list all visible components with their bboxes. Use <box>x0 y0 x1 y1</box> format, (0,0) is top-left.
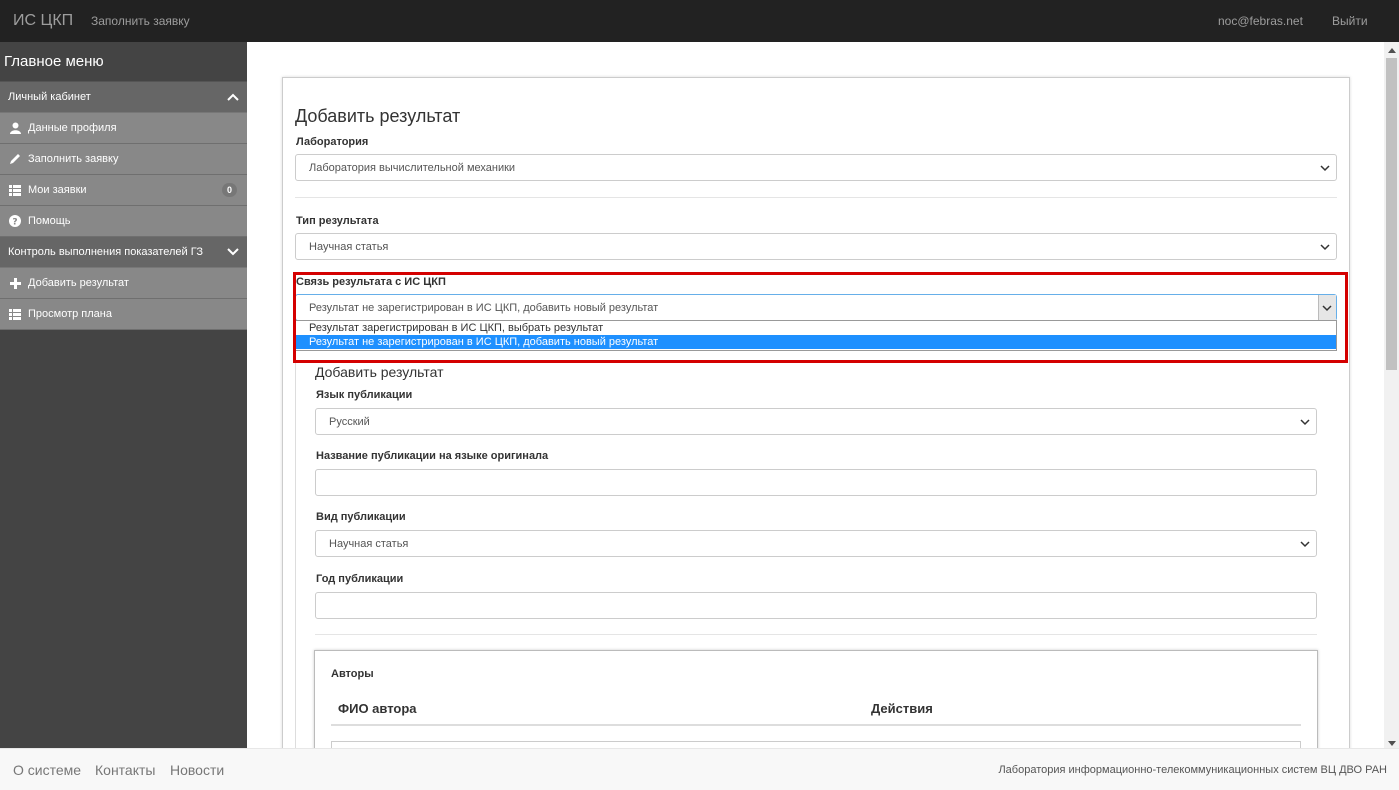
sidebar: Главное меню Личный кабинет Данные профи… <box>0 42 247 748</box>
footer-about-link[interactable]: О системе <box>13 762 81 778</box>
authors-title: Авторы <box>331 668 374 680</box>
lang-select[interactable]: Русский <box>315 408 1317 435</box>
top-navbar: ИС ЦКП Заполнить заявку noc@febras.net В… <box>0 0 1399 42</box>
authors-col-actions: Действия <box>871 701 933 716</box>
sidebar-title: Главное меню <box>0 42 247 82</box>
svg-text:?: ? <box>12 218 17 228</box>
footer-org-text: Лаборатория информационно-телекоммуникац… <box>998 764 1387 776</box>
sidebar-item-label: Мои заявки <box>28 184 87 196</box>
divider <box>295 197 1337 198</box>
chevron-down-icon <box>1320 244 1330 251</box>
scroll-up-arrow-icon[interactable] <box>1384 42 1399 57</box>
plus-icon <box>8 277 22 289</box>
sidebar-section-label: Личный кабинет <box>8 91 91 103</box>
sidebar-item-view-plan[interactable]: Просмотр плана <box>0 299 247 330</box>
sidebar-section-cabinet[interactable]: Личный кабинет <box>0 82 247 113</box>
table-header-divider <box>331 724 1301 726</box>
sidebar-item-add-result[interactable]: Добавить результат <box>0 268 247 299</box>
chevron-down-icon <box>1322 305 1332 312</box>
sidebar-item-label: Просмотр плана <box>28 308 112 320</box>
chevron-down-icon <box>1320 165 1330 172</box>
user-icon <box>8 122 22 134</box>
sidebar-item-profile[interactable]: Данные профиля <box>0 113 247 144</box>
subform-title: Добавить результат <box>315 364 444 380</box>
dropdown-option-registered[interactable]: Результат зарегистрирован в ИС ЦКП, выбр… <box>296 321 1336 335</box>
sidebar-section-control[interactable]: Контроль выполнения показателей ГЗ <box>0 237 247 268</box>
lab-select-value: Лаборатория вычислительной механики <box>309 161 516 174</box>
list-icon <box>8 184 22 196</box>
nav-fill-request-link[interactable]: Заполнить заявку <box>91 14 190 28</box>
kind-select-value: Научная статья <box>329 537 409 550</box>
chevron-down-icon <box>1300 541 1310 548</box>
footer-news-link[interactable]: Новости <box>170 762 224 778</box>
link-select-value: Результат не зарегистрирован в ИС ЦКП, д… <box>309 301 659 314</box>
name-input[interactable] <box>315 469 1317 496</box>
link-dropdown-list: Результат зарегистрирован в ИС ЦКП, выбр… <box>295 320 1337 351</box>
brand-link[interactable]: ИС ЦКП <box>13 12 73 30</box>
year-label: Год публикации <box>316 573 404 585</box>
type-label: Тип результата <box>296 215 379 227</box>
lang-label: Язык публикации <box>316 389 413 401</box>
lab-label: Лаборатория <box>296 136 369 148</box>
sidebar-item-label: Добавить результат <box>28 277 129 289</box>
question-icon: ? <box>8 215 22 227</box>
dropdown-option-not-registered[interactable]: Результат не зарегистрирован в ИС ЦКП, д… <box>296 335 1336 349</box>
lab-select[interactable]: Лаборатория вычислительной механики <box>295 154 1337 181</box>
footer-contacts-link[interactable]: Контакты <box>95 762 155 778</box>
link-select[interactable]: Результат не зарегистрирован в ИС ЦКП, д… <box>295 294 1337 321</box>
subform-border <box>295 363 296 748</box>
sidebar-section-label: Контроль выполнения показателей ГЗ <box>8 246 204 258</box>
type-select-value: Научная статья <box>309 240 389 253</box>
page-title: Добавить результат <box>295 106 461 126</box>
lang-select-value: Русский <box>329 415 370 428</box>
sidebar-item-label: Заполнить заявку <box>28 153 119 165</box>
year-input[interactable] <box>315 592 1317 619</box>
main-content <box>247 42 1384 748</box>
requests-count-badge: 0 <box>221 183 237 197</box>
list-icon <box>8 308 22 320</box>
footer: О системе Контакты Новости Лаборатория и… <box>0 748 1399 790</box>
logout-link[interactable]: Выйти <box>1332 14 1368 28</box>
sidebar-item-my-requests[interactable]: Мои заявки 0 <box>0 175 247 206</box>
pencil-icon <box>8 153 22 165</box>
scrollbar-thumb[interactable] <box>1386 58 1397 370</box>
sidebar-item-help[interactable]: ? Помощь <box>0 206 247 237</box>
user-email-link[interactable]: noc@febras.net <box>1218 14 1303 28</box>
sidebar-item-label: Помощь <box>28 215 71 227</box>
link-label: Связь результата с ИС ЦКП <box>296 276 446 288</box>
chevron-up-icon <box>227 93 239 101</box>
type-select[interactable]: Научная статья <box>295 233 1337 260</box>
chevron-down-icon <box>227 248 239 256</box>
sidebar-item-fill-request[interactable]: Заполнить заявку <box>0 144 247 175</box>
divider <box>315 634 1317 635</box>
name-label: Название публикации на языке оригинала <box>316 450 549 462</box>
kind-label: Вид публикации <box>316 511 406 523</box>
chevron-down-icon <box>1300 419 1310 426</box>
authors-col-name: ФИО автора <box>338 701 417 716</box>
sidebar-item-label: Данные профиля <box>28 122 117 134</box>
kind-select[interactable]: Научная статья <box>315 530 1317 557</box>
